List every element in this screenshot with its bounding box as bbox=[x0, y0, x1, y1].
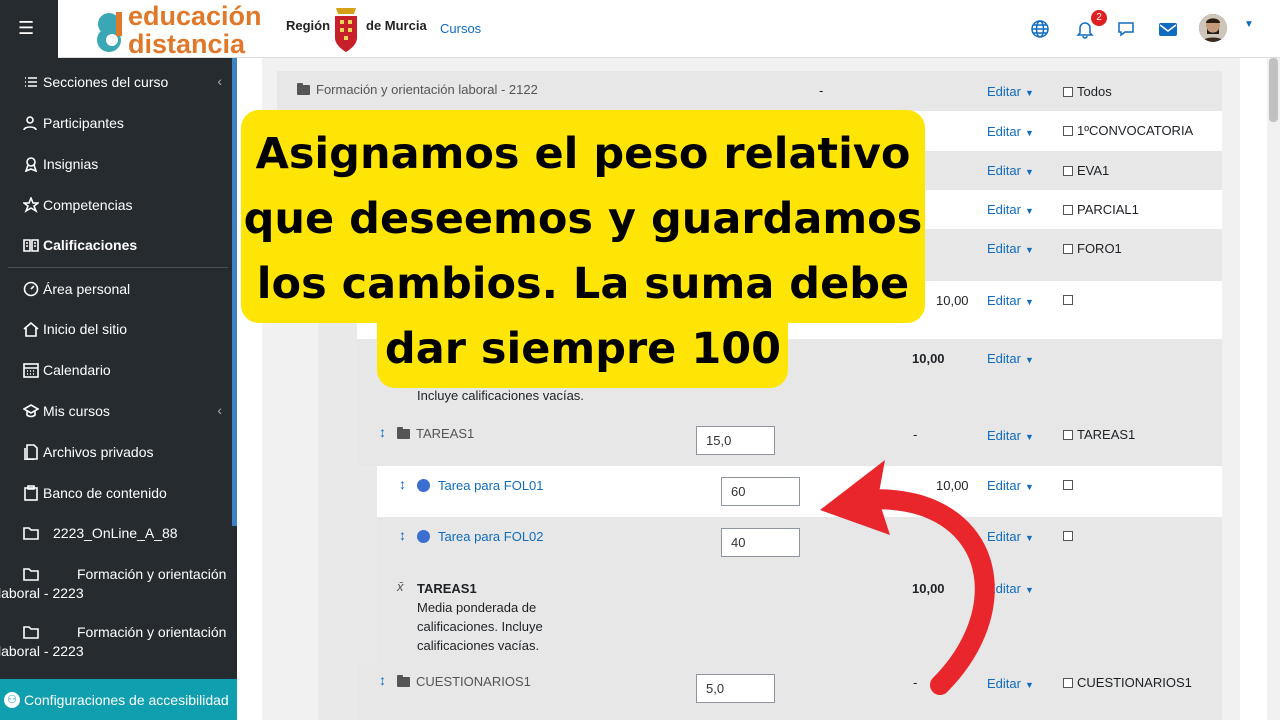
edit-menu[interactable]: Editar ▼ bbox=[987, 202, 1034, 217]
region-crest-icon bbox=[335, 8, 357, 52]
list-icon bbox=[22, 73, 40, 91]
sidebar-item-mis-cursos[interactable]: Mis cursos ‹ bbox=[22, 402, 222, 420]
folder-icon bbox=[397, 427, 410, 439]
assignment-link[interactable]: Tarea para FOL02 bbox=[417, 529, 544, 544]
accessibility-button[interactable]: ⚇ Configuraciones de accesibilidad bbox=[0, 679, 237, 720]
gauge-icon bbox=[22, 280, 40, 298]
select-checkbox[interactable] bbox=[1063, 295, 1073, 305]
edit-menu[interactable]: Editar ▼ bbox=[987, 163, 1034, 178]
select-checkbox[interactable] bbox=[1063, 205, 1073, 215]
select-checkbox[interactable] bbox=[1063, 87, 1073, 97]
table-row: Formación y orientación laboral - 2122 -… bbox=[277, 71, 1222, 111]
move-icon[interactable]: ↕ bbox=[379, 424, 386, 440]
sidebar-item-inicio[interactable]: Inicio del sitio bbox=[22, 320, 222, 338]
move-icon[interactable]: ↕ bbox=[399, 527, 406, 543]
menu-toggle-icon[interactable]: ☰ bbox=[18, 18, 34, 39]
language-globe-icon[interactable] bbox=[1029, 18, 1051, 40]
users-icon bbox=[22, 114, 40, 132]
weight-input[interactable]: 60 bbox=[721, 477, 800, 506]
sidebar-divider bbox=[8, 267, 228, 268]
sidebar-item-calendario[interactable]: Calendario bbox=[22, 361, 222, 379]
star-icon bbox=[22, 196, 40, 214]
select-checkbox[interactable] bbox=[1063, 126, 1073, 136]
assignment-link[interactable]: Tarea para FOL01 bbox=[417, 478, 544, 493]
notification-badge: 2 bbox=[1091, 10, 1107, 26]
chevron-left-icon[interactable]: ‹ bbox=[217, 73, 222, 89]
home-icon bbox=[22, 320, 40, 338]
edit-menu[interactable]: Editar ▼ bbox=[987, 293, 1034, 308]
grades-icon bbox=[22, 236, 40, 254]
sidebar-item-participantes[interactable]: Participantes bbox=[22, 114, 222, 132]
edit-menu[interactable]: Editar ▼ bbox=[987, 124, 1034, 139]
folder-icon bbox=[397, 675, 410, 687]
messages-bubble-icon[interactable] bbox=[1115, 18, 1137, 40]
sidebar-item-banco[interactable]: Banco de contenido bbox=[22, 484, 222, 502]
sidebar-item-calificaciones[interactable]: Calificaciones bbox=[22, 236, 222, 254]
site-logo[interactable]: educación distancia bbox=[90, 2, 276, 58]
select-checkbox[interactable] bbox=[1063, 244, 1073, 254]
assignment-icon bbox=[417, 530, 430, 543]
clipboard-icon bbox=[22, 484, 40, 502]
folder-icon bbox=[22, 565, 40, 583]
files-icon bbox=[22, 443, 40, 461]
region-label: Región bbox=[286, 18, 331, 33]
select-checkbox[interactable] bbox=[1063, 480, 1073, 490]
mail-envelope-icon[interactable] bbox=[1157, 18, 1179, 40]
graduation-cap-icon bbox=[22, 402, 40, 420]
sidebar: ☰ Secciones del curso ‹ Participantes In… bbox=[0, 0, 237, 720]
move-icon[interactable]: ↕ bbox=[379, 672, 386, 688]
annotation-arrow-icon bbox=[820, 460, 995, 695]
annotation-text: Asignamos el peso relativo que deseemos … bbox=[243, 129, 923, 374]
chevron-left-icon[interactable]: ‹ bbox=[217, 402, 222, 418]
table-row: ↕ CUESTIONARIOS1 5,0 - Editar ▼ CUESTIONA… bbox=[357, 664, 1222, 720]
badge-icon bbox=[22, 155, 40, 173]
select-checkbox[interactable] bbox=[1063, 430, 1073, 440]
edit-menu[interactable]: Editar ▼ bbox=[987, 351, 1034, 366]
cursos-link[interactable]: Cursos bbox=[440, 21, 481, 36]
folder-icon bbox=[22, 524, 40, 542]
sidebar-item-competencias[interactable]: Competencias bbox=[22, 196, 222, 214]
user-menu-caret-icon[interactable]: ▼ bbox=[1244, 19, 1254, 30]
user-avatar[interactable] bbox=[1199, 14, 1227, 42]
scrollbar-thumb[interactable] bbox=[1269, 58, 1278, 122]
edit-menu[interactable]: Editar ▼ bbox=[987, 241, 1034, 256]
edit-menu[interactable]: Editar ▼ bbox=[987, 428, 1034, 443]
sidebar-item-course-3[interactable]: Formación y orientación laboral - 2223 bbox=[0, 623, 227, 661]
sidebar-item-area-personal[interactable]: Área personal bbox=[22, 280, 222, 298]
page-scrollbar[interactable] bbox=[1267, 58, 1280, 720]
assignment-icon bbox=[417, 479, 430, 492]
sidebar-item-course-1[interactable]: 2223_OnLine_A_88 bbox=[22, 524, 222, 543]
select-checkbox[interactable] bbox=[1063, 678, 1073, 688]
sidebar-item-course-2[interactable]: Formación y orientación laboral - 2223 bbox=[0, 565, 227, 603]
aggregation-icon: x̄ bbox=[397, 579, 404, 594]
sidebar-item-secciones[interactable]: Secciones del curso ‹ bbox=[22, 73, 222, 91]
weight-input[interactable]: 15,0 bbox=[696, 426, 775, 455]
logo-mark bbox=[97, 12, 122, 52]
select-checkbox[interactable] bbox=[1063, 531, 1073, 541]
calendar-icon bbox=[22, 361, 40, 379]
table-row: ↕ TAREAS1 15,0 - Editar ▼ TAREAS1 bbox=[357, 416, 1222, 466]
select-checkbox[interactable] bbox=[1063, 166, 1073, 176]
accessibility-icon: ⚇ bbox=[4, 691, 20, 708]
sidebar-item-insignias[interactable]: Insignias bbox=[22, 155, 222, 173]
murcia-label: de Murcia bbox=[366, 18, 427, 33]
folder-icon bbox=[22, 623, 40, 641]
sidebar-item-archivos[interactable]: Archivos privados bbox=[22, 443, 222, 461]
weight-input[interactable]: 5,0 bbox=[696, 674, 775, 703]
weight-input[interactable]: 40 bbox=[721, 528, 800, 557]
move-icon[interactable]: ↕ bbox=[399, 476, 406, 492]
top-header: educación distancia Región de Murcia Cur… bbox=[58, 0, 1280, 58]
edit-menu[interactable]: Editar ▼ bbox=[987, 84, 1034, 99]
folder-icon bbox=[297, 83, 310, 95]
